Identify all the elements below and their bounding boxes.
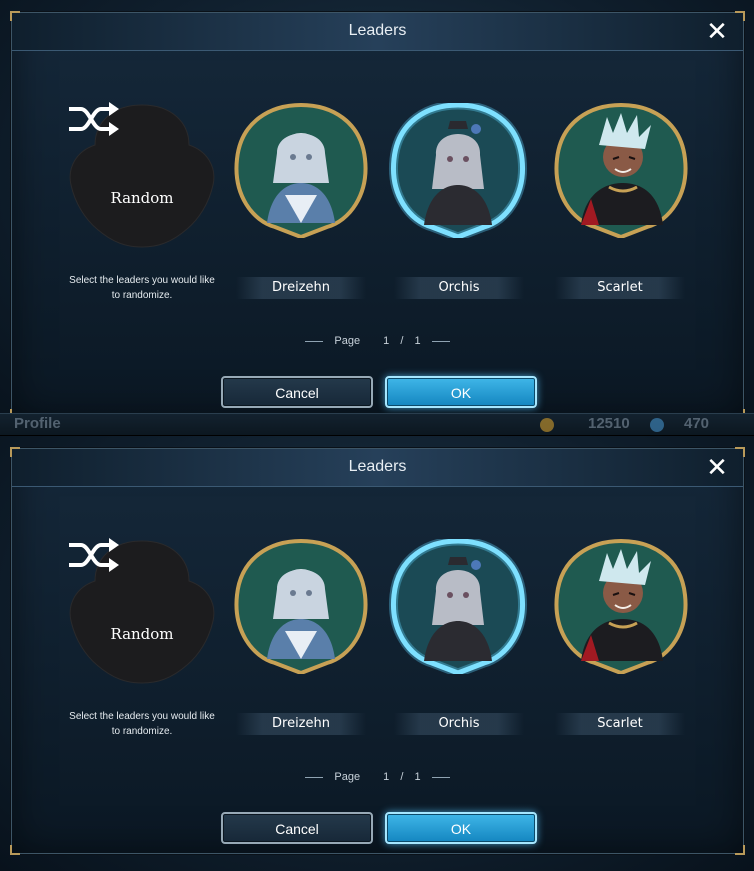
pager: Page 1 / 1 xyxy=(12,335,743,347)
pager-rule xyxy=(305,340,324,342)
leader-name-scarlet: Scarlet xyxy=(555,277,685,299)
random-description: Select the leaders you would like to ran… xyxy=(69,711,215,737)
dialog-header: Leaders ✕ xyxy=(12,449,743,487)
pager-total: 1 xyxy=(414,771,421,783)
leader-portrait-scarlet xyxy=(554,539,688,674)
leader-portrait-orchis xyxy=(389,103,527,238)
random-label: Random xyxy=(110,189,174,207)
leader-card-orchis[interactable] xyxy=(388,103,528,238)
leader-portrait-dreizehn xyxy=(234,103,368,238)
bg-gold-amount: 12510 xyxy=(588,415,630,432)
pager-rule xyxy=(431,340,450,342)
leader-portrait-orchis xyxy=(389,539,527,674)
leader-card-scarlet[interactable] xyxy=(551,539,691,674)
leaders-dialog: Leaders ✕ Random Select the leaders you … xyxy=(10,11,745,419)
pager-separator: / xyxy=(400,335,404,347)
pager-label: Page xyxy=(334,335,361,347)
frame-corner xyxy=(735,845,745,855)
cancel-button[interactable]: Cancel xyxy=(221,376,373,408)
pager-rule xyxy=(431,776,450,778)
pager: Page 1 / 1 xyxy=(12,771,743,783)
screen-bottom: Leaders ✕ Random Select the leaders you … xyxy=(0,436,754,871)
close-icon[interactable]: ✕ xyxy=(705,18,729,44)
leader-card-scarlet[interactable] xyxy=(551,103,691,238)
ok-button[interactable]: OK xyxy=(385,376,537,408)
random-leader-card[interactable]: Random xyxy=(67,101,217,249)
leader-portrait-dreizehn xyxy=(234,539,368,674)
ok-button[interactable]: OK xyxy=(385,812,537,844)
pager-total: 1 xyxy=(414,335,421,347)
pager-rule xyxy=(305,776,324,778)
leader-name-orchis: Orchis xyxy=(394,713,524,735)
close-icon[interactable]: ✕ xyxy=(705,454,729,480)
leader-portrait-scarlet xyxy=(554,103,688,238)
gold-icon xyxy=(540,418,554,432)
bg-crystal-amount: 470 xyxy=(684,415,710,432)
leader-card-dreizehn[interactable] xyxy=(231,103,371,238)
dialog-title: Leaders xyxy=(348,22,407,39)
screen-top: ──── Leaders ✕ Random Select the leaders… xyxy=(0,0,754,435)
bg-profile-label: Profile xyxy=(14,415,61,432)
leaders-dialog: Leaders ✕ Random Select the leaders you … xyxy=(10,447,745,855)
shuffle-icon xyxy=(69,102,119,136)
dialog-title: Leaders xyxy=(348,458,407,475)
bg-footer-strip: Profile 12510 470 xyxy=(0,413,754,435)
leader-name-orchis: Orchis xyxy=(394,277,524,299)
crystal-icon xyxy=(650,418,664,432)
shuffle-icon xyxy=(69,538,119,572)
dialog-header: Leaders ✕ xyxy=(12,13,743,51)
frame-corner xyxy=(10,845,20,855)
leader-name-dreizehn: Dreizehn xyxy=(236,277,366,299)
random-label: Random xyxy=(110,625,174,643)
pager-label: Page xyxy=(334,771,361,783)
random-description: Select the leaders you would like to ran… xyxy=(69,275,215,301)
cancel-button[interactable]: Cancel xyxy=(221,812,373,844)
leader-name-scarlet: Scarlet xyxy=(555,713,685,735)
pager-current: 1 xyxy=(383,335,390,347)
leader-card-orchis[interactable] xyxy=(388,539,528,674)
pager-current: 1 xyxy=(383,771,390,783)
leader-name-dreizehn: Dreizehn xyxy=(236,713,366,735)
leader-card-dreizehn[interactable] xyxy=(231,539,371,674)
random-leader-card[interactable]: Random xyxy=(67,537,217,685)
pager-separator: / xyxy=(400,771,404,783)
